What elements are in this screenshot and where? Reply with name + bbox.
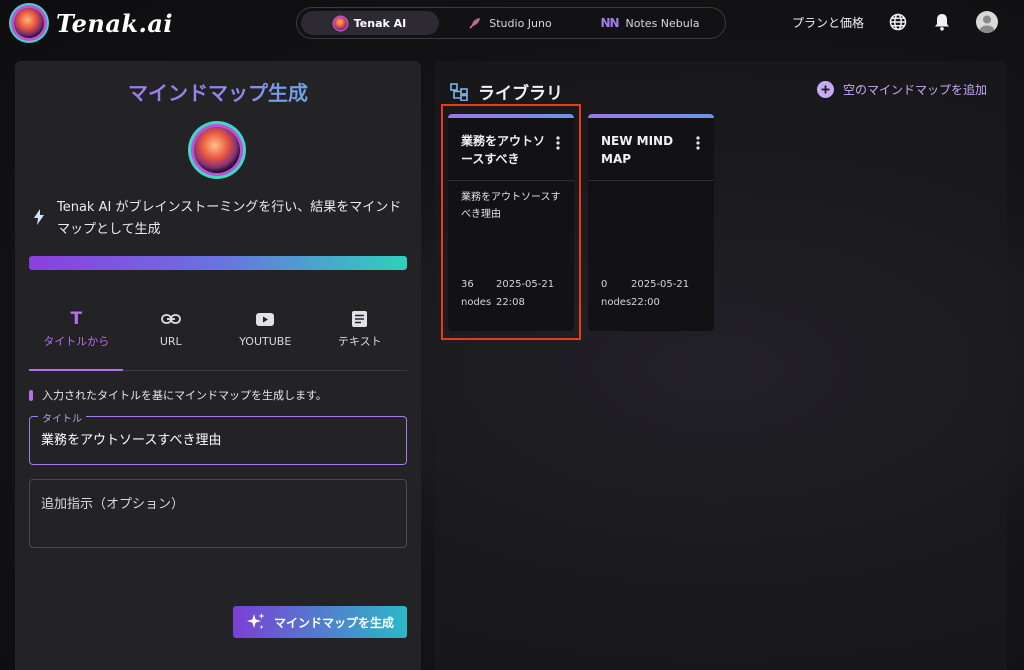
title-input[interactable] [41, 431, 391, 446]
app-tab-label: Tenak AI [353, 16, 407, 30]
youtube-icon [256, 309, 275, 329]
app-tab-studio-juno[interactable]: Studio Juno [439, 11, 581, 35]
generate-mindmap-button[interactable]: マインドマップを生成 [233, 606, 407, 638]
gradient-divider [29, 256, 407, 270]
app-tab-tenak-ai[interactable]: Tenak AI [301, 11, 439, 35]
extra-instructions-field [29, 479, 407, 548]
generator-title: マインドマップ生成 [15, 77, 421, 106]
card-highlight-box [441, 104, 581, 340]
sparkle-icon [246, 613, 265, 629]
card-meta: 0 nodes 2025-05-21 22:00 [601, 276, 689, 312]
card-title: NEW MIND MAP [601, 134, 674, 166]
generate-button-label: マインドマップを生成 [273, 615, 394, 630]
input-mode-tabs: T タイトルから URL YOUTUBE テキスト [29, 305, 407, 371]
plus-circle-icon [816, 81, 834, 98]
card-date: 2025-05-21 [631, 279, 690, 290]
card-divider [588, 180, 714, 181]
app-switcher: Tenak AI Studio Juno NN Notes Nebula [296, 7, 726, 39]
tenak-logo-icon [14, 8, 44, 38]
tab-url[interactable]: URL [124, 305, 219, 370]
feather-icon [469, 18, 481, 29]
top-header: Tenak.ai Tenak AI Studio Juno NN Notes N… [0, 0, 1024, 48]
tab-youtube[interactable]: YOUTUBE [218, 305, 313, 370]
header-actions: プランと価格 [792, 11, 998, 33]
mindmap-card[interactable]: NEW MIND MAP 0 nodes 2025-05-21 22:00 [588, 114, 714, 331]
generator-description: Tenak AI がブレインストーミングを行い、結果をマインドマップとして生成 [57, 200, 402, 237]
mode-hint: 入力されたタイトルを基にマインドマップを生成します。 [29, 387, 327, 403]
hint-text: 入力されたタイトルを基にマインドマップを生成します。 [42, 389, 327, 402]
library-header: ライブラリ [450, 79, 563, 104]
card-node-count: 0 [601, 279, 608, 290]
document-icon [352, 309, 368, 329]
card-node-label: nodes [601, 297, 632, 308]
add-empty-label: 空のマインドマップを追加 [842, 83, 987, 97]
tab-from-title[interactable]: T タイトルから [29, 305, 124, 370]
brand-name: Tenak.ai [56, 8, 174, 38]
app-tab-label: Studio Juno [489, 16, 552, 30]
link-icon [160, 309, 181, 329]
bell-icon[interactable] [932, 12, 952, 32]
tenak-logo-icon [194, 127, 240, 173]
tab-label: タイトルから [43, 335, 110, 348]
brand-logo[interactable]: Tenak.ai [14, 8, 173, 38]
more-vertical-icon[interactable] [696, 136, 700, 150]
tab-label: URL [159, 335, 182, 348]
tab-label: テキスト [337, 335, 382, 348]
title-field: タイトル [29, 410, 407, 465]
text-t-icon: T [70, 309, 83, 329]
tab-text[interactable]: テキスト [313, 305, 408, 370]
mindmap-tree-icon [450, 82, 468, 101]
mindmap-generator-panel: マインドマップ生成 Tenak AI がブレインストーミングを行い、結果をマイン… [15, 61, 421, 670]
user-avatar-icon[interactable] [976, 11, 998, 33]
card-time: 22:00 [631, 297, 660, 308]
nn-logo-icon: NN [600, 16, 619, 30]
pricing-link[interactable]: プランと価格 [792, 14, 864, 31]
add-empty-mindmap-button[interactable]: 空のマインドマップを追加 [816, 81, 987, 98]
title-field-label: タイトル [38, 410, 86, 425]
extra-instructions-input[interactable] [41, 493, 391, 537]
tab-label: YOUTUBE [239, 335, 292, 348]
hint-marker [29, 389, 33, 401]
card-accent-bar [588, 114, 714, 118]
active-tab-indicator [29, 369, 123, 371]
tenak-logo-icon [333, 16, 347, 30]
library-title: ライブラリ [478, 84, 563, 104]
app-tab-label: Notes Nebula [625, 16, 700, 30]
lightning-icon [34, 209, 44, 225]
globe-icon[interactable] [888, 12, 908, 32]
app-tab-notes-nebula[interactable]: NN Notes Nebula [581, 11, 719, 35]
